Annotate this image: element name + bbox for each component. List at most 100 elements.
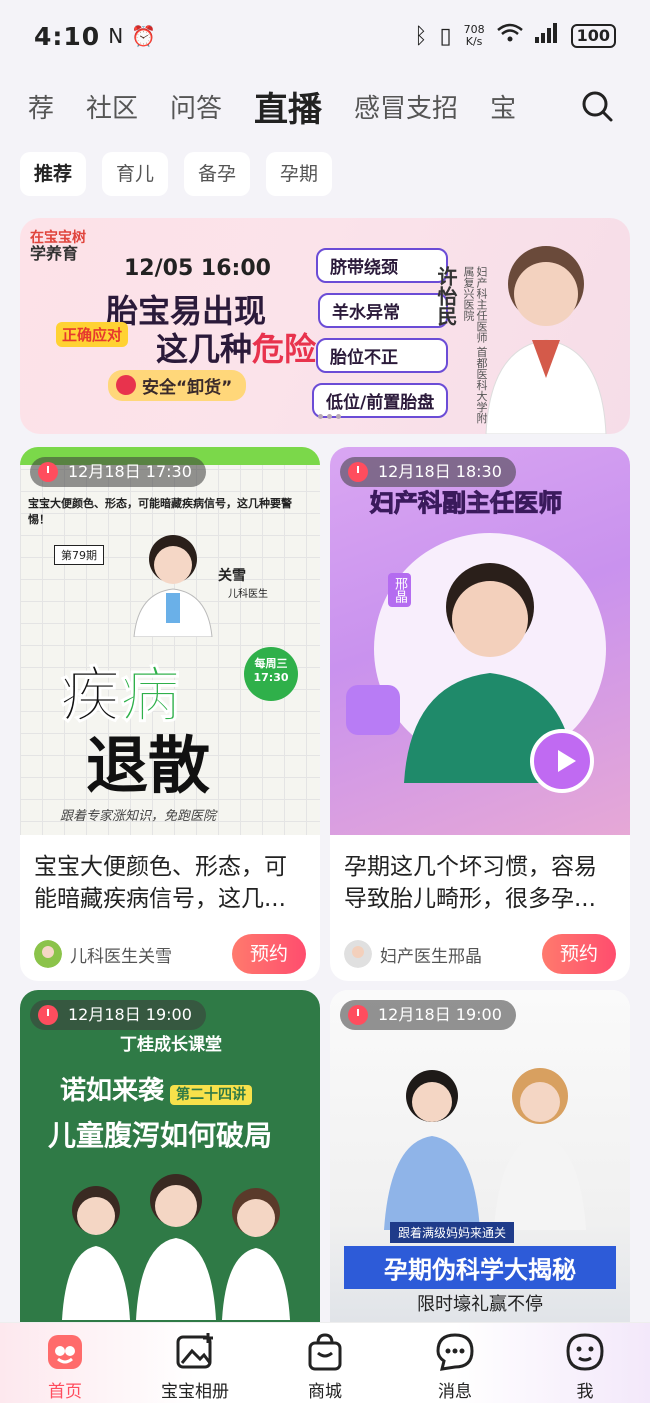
- author-name[interactable]: 儿科医生关雪: [70, 942, 232, 967]
- avatar[interactable]: [344, 940, 372, 968]
- thumb-headline: 孕期伪科学大揭秘: [344, 1246, 616, 1289]
- shop-bag-icon: [308, 1333, 342, 1371]
- nav-home[interactable]: 首页: [0, 1323, 130, 1403]
- speakers-image: [62, 1174, 290, 1320]
- vibrate-icon: ▯: [439, 23, 452, 49]
- doctor-portrait-image: [485, 246, 607, 434]
- nav-profile[interactable]: 我: [520, 1323, 650, 1403]
- live-time: 12月18日 18:30: [378, 462, 502, 481]
- thumb-line2: 诺如来袭 第二十四讲: [60, 1070, 253, 1107]
- home-icon: [48, 1335, 82, 1369]
- chart-bars-icon: [346, 685, 400, 735]
- banner-topic: 脐带绕颈: [316, 248, 449, 283]
- live-time: 12月18日 17:30: [68, 462, 192, 481]
- banner-logo: 在宝宝树 学养育: [30, 230, 86, 262]
- clock-icon: [38, 1005, 58, 1025]
- thumb-issue: 第79期: [54, 545, 104, 565]
- tab-baby[interactable]: 宝: [490, 88, 516, 125]
- subtab-parenting[interactable]: 育儿: [102, 152, 169, 196]
- thumb-ribbon: 跟着满级妈妈来通关: [390, 1222, 515, 1243]
- live-time: 12月18日 19:00: [378, 1005, 502, 1024]
- tab-live[interactable]: 直播: [254, 82, 322, 131]
- live-card[interactable]: 跟着满级妈妈来通关 孕期伪科学大揭秘 限时壕礼赢不停 12月18日 19:00: [330, 990, 630, 1378]
- thumb-doctor-name: 关雪: [218, 568, 246, 584]
- subtab-recommend[interactable]: 推荐: [20, 152, 87, 196]
- battery-indicator: 100: [570, 24, 616, 48]
- clock-icon: [348, 462, 368, 482]
- banner-badge: 正确应对: [56, 322, 129, 347]
- live-card-thumbnail[interactable]: 丁桂成长课堂 诺如来袭 第二十四讲 儿童腹泻如何破局 12月18日 19:00: [20, 990, 320, 1378]
- live-card-thumbnail[interactable]: 跟着满级妈妈来通关 孕期伪科学大揭秘 限时壕礼赢不停 12月18日 19:00: [330, 990, 630, 1378]
- net-speed: 708 K/s: [464, 24, 485, 48]
- thumb-caption: 宝宝大便颜色、形态，可能暗藏疾病信号，这几种要警惕！: [28, 497, 292, 526]
- speakers-image: [384, 1068, 586, 1230]
- banner-topics: 脐带绕颈 羊水异常 胎位不正 低位/前置胎盘: [312, 248, 449, 418]
- thumb-subtitle: 限时壕礼赢不停: [417, 1294, 543, 1315]
- promo-banner[interactable]: 在宝宝树 学养育 12/05 16:00 胎宝易出现 这几种危险 正确应对 安全…: [20, 218, 630, 434]
- thumb-line1: 丁桂成长课堂: [120, 1035, 222, 1055]
- live-time-chip: 12月18日 19:00: [340, 1000, 516, 1030]
- net-speed-unit: K/s: [465, 35, 483, 48]
- banner-topic: 羊水异常: [318, 293, 449, 328]
- live-card-thumbnail[interactable]: 妇产科副主任医师 邢晶 12月18日 18:30: [330, 447, 630, 835]
- tab-recommend[interactable]: 荐: [28, 88, 54, 125]
- thumb-signature: 跟着专家涨知识，免跑医院: [60, 809, 217, 824]
- nav-messages[interactable]: 消息: [390, 1323, 520, 1403]
- banner-topic: 低位/前置胎盘: [312, 383, 449, 418]
- live-time: 12月18日 19:00: [68, 1005, 192, 1024]
- play-dot-icon: [116, 375, 136, 395]
- tab-qa[interactable]: 问答: [170, 88, 222, 125]
- banner-headline-line2: 这几种: [156, 330, 253, 368]
- thumb-line2-text: 诺如来袭: [60, 1076, 165, 1106]
- clock-icon: [38, 462, 58, 482]
- status-time: 4:10: [34, 21, 101, 51]
- search-icon: [582, 91, 613, 122]
- nav-label: 消息: [438, 1382, 472, 1402]
- top-tab-bar: 荐 社区 问答 直播 感冒支招 宝: [0, 76, 650, 136]
- nfc-icon: N: [108, 24, 124, 48]
- live-card[interactable]: 宝宝大便颜色、形态，可能暗藏疾病信号，这几种要警惕！ 第79期 关雪 儿科医生 …: [20, 447, 320, 981]
- tab-community[interactable]: 社区: [86, 88, 138, 125]
- live-card-meta: 妇产医生邢晶 预约: [330, 917, 630, 981]
- live-card[interactable]: 妇产科副主任医师 邢晶 12月18日 18:30 孕期这几个坏习惯，容易导致胎儿…: [330, 447, 630, 981]
- sub-tab-bar: 推荐 育儿 备孕 孕期: [20, 152, 333, 196]
- banner-topic: 胎位不正: [316, 338, 449, 373]
- live-card-title[interactable]: 宝宝大便颜色、形态，可能暗藏疾病信号，这几...: [20, 835, 320, 917]
- banner-doctor-name: 许怡民: [434, 266, 458, 326]
- banner-datetime: 12/05 16:00: [124, 256, 271, 281]
- signal-icon: [534, 23, 559, 49]
- live-card-thumbnail[interactable]: 宝宝大便颜色、形态，可能暗藏疾病信号，这几种要警惕！ 第79期 关雪 儿科医生 …: [20, 447, 320, 835]
- play-icon: [530, 729, 594, 793]
- subtab-pregnancy[interactable]: 孕期: [266, 152, 333, 196]
- search-button[interactable]: [550, 76, 650, 136]
- tab-cold-tips[interactable]: 感冒支招: [354, 88, 458, 125]
- doctor-portrait-image: [133, 535, 213, 637]
- reserve-button[interactable]: 预约: [541, 934, 616, 974]
- live-time-chip: 12月18日 19:00: [30, 1000, 206, 1030]
- thumb-line3: 儿童腹泻如何破局: [48, 1119, 273, 1152]
- thumb-doctor-name: 邢晶: [388, 573, 411, 607]
- subtab-preconception[interactable]: 备孕: [184, 152, 251, 196]
- live-card-title[interactable]: 孕期这几个坏习惯，容易导致胎儿畸形，很多孕...: [330, 835, 630, 917]
- banner-pager: [318, 414, 341, 419]
- nav-album[interactable]: 宝宝相册: [130, 1323, 260, 1403]
- avatar[interactable]: [34, 940, 62, 968]
- nav-label: 我: [576, 1382, 594, 1402]
- thumb-schedule-badge: 每周三 17:30: [244, 647, 298, 701]
- clock-icon: [348, 1005, 368, 1025]
- live-card[interactable]: 丁桂成长课堂 诺如来袭 第二十四讲 儿童腹泻如何破局 12月18日 19:00: [20, 990, 320, 1378]
- banner-safe-label: 安全“卸货”: [108, 370, 247, 401]
- nav-shop[interactable]: 商城: [260, 1323, 390, 1403]
- nav-label: 商城: [308, 1382, 342, 1402]
- live-time-chip: 12月18日 17:30: [30, 457, 206, 487]
- thumb-doctor-role: 儿科医生: [228, 589, 268, 600]
- banner-safe-text: 安全“卸货”: [142, 378, 233, 398]
- author-name[interactable]: 妇产医生邢晶: [380, 942, 542, 967]
- thumb-big-line2: 退散: [86, 729, 211, 802]
- banner-headline-danger: 危险: [252, 330, 317, 368]
- reserve-button[interactable]: 预约: [231, 934, 306, 974]
- bluetooth-icon: ᛒ: [414, 23, 428, 49]
- thumb-tag: 第二十四讲: [170, 1085, 253, 1105]
- wifi-icon: [496, 23, 523, 49]
- status-bar: 4:10 N ⏰ ᛒ ▯ 708 K/s 100: [0, 0, 650, 72]
